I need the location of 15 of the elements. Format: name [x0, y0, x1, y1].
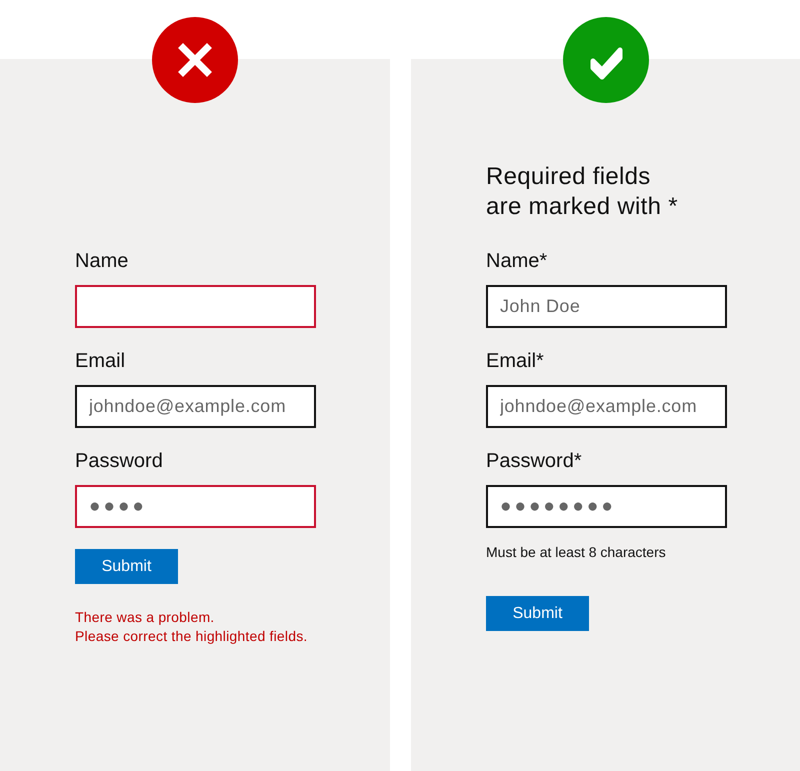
- field-label: Name*: [486, 249, 548, 273]
- input-field[interactable]: ●●●●: [75, 485, 316, 528]
- field-label: Password: [75, 449, 164, 473]
- input-field[interactable]: John Doe: [486, 285, 727, 328]
- field-label: Email: [75, 349, 126, 373]
- submit-button[interactable]: Submit: [486, 596, 589, 631]
- form-heading: Required fields are marked with *: [486, 162, 679, 222]
- input-field[interactable]: [75, 285, 316, 328]
- field-label: Password*: [486, 449, 583, 473]
- hint-text: Must be at least 8 characters: [486, 543, 667, 561]
- field-label: Email*: [486, 349, 545, 373]
- error-message: There was a problem. Please correct the highlighted fields.: [75, 608, 309, 646]
- input-field[interactable]: ●●●●●●●●: [486, 485, 727, 528]
- submit-button[interactable]: Submit: [75, 549, 178, 584]
- field-label: Name: [75, 249, 130, 273]
